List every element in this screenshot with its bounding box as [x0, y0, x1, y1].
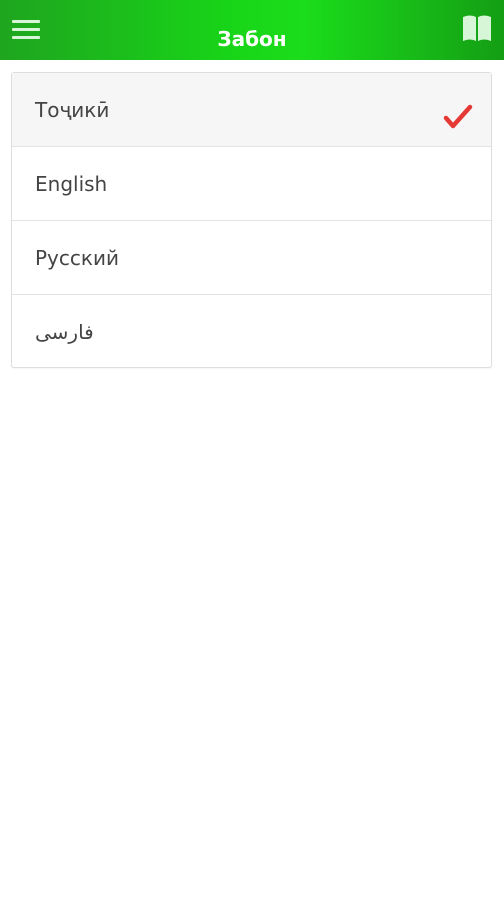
app-bar: Забон — [0, 0, 504, 60]
language-label: Тоҷикӣ — [35, 98, 110, 122]
language-option-persian[interactable]: فارسی — [12, 295, 491, 367]
book-button[interactable] — [460, 12, 494, 46]
open-book-icon — [463, 15, 491, 41]
language-label: فارسی — [35, 320, 94, 344]
page-title: Забон — [217, 27, 287, 51]
hamburger-menu-icon — [12, 20, 40, 23]
language-option-russian[interactable]: Русский — [12, 221, 491, 295]
language-option-tajik[interactable]: Тоҷикӣ — [12, 73, 491, 147]
language-option-english[interactable]: English — [12, 147, 491, 221]
language-label: Русский — [35, 246, 119, 270]
red-checkmark-icon — [443, 104, 473, 129]
language-label: English — [35, 172, 108, 196]
language-list: Тоҷикӣ English Русский فارسی — [11, 72, 492, 368]
